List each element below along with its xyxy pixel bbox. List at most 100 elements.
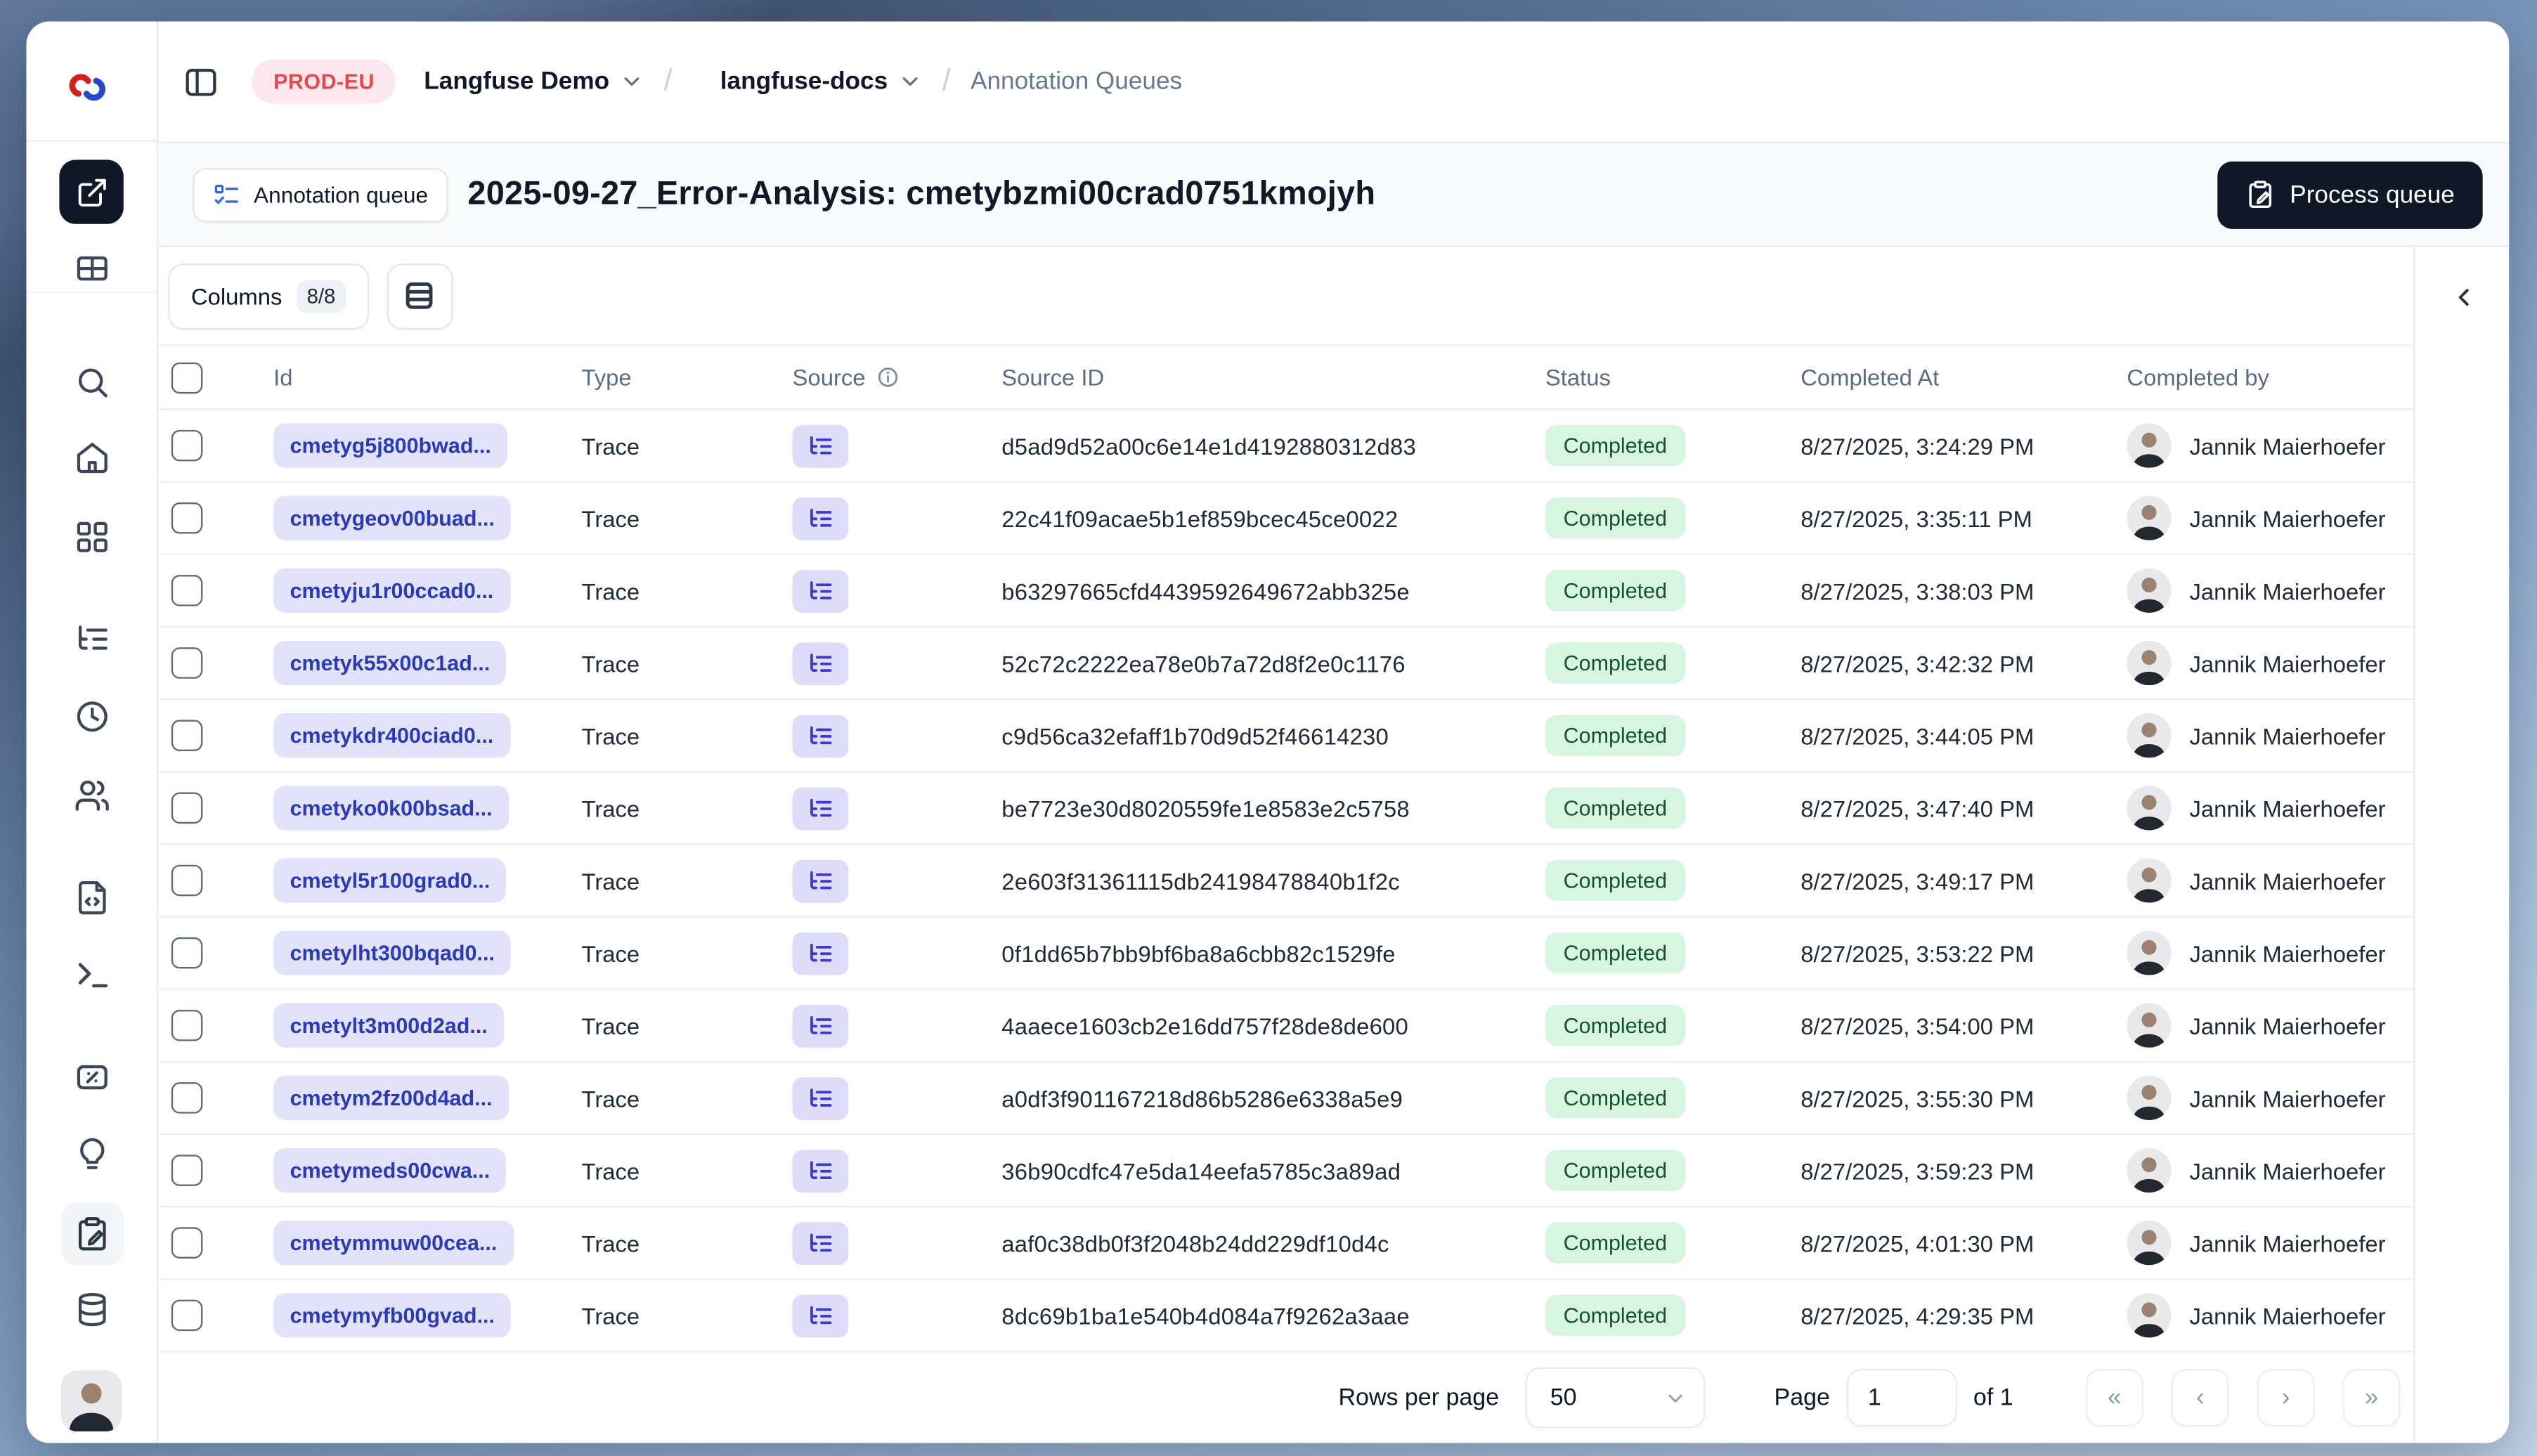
column-header-source-id[interactable]: Source ID xyxy=(1001,364,1545,391)
source-link-chip[interactable] xyxy=(792,931,849,975)
table-row[interactable]: cmetylt3m00d2ad... Trace 4aaece1603cb2e1… xyxy=(158,990,2414,1063)
source-link-chip[interactable] xyxy=(792,1149,849,1192)
select-all-checkbox[interactable] xyxy=(171,361,203,394)
users-icon[interactable] xyxy=(72,776,110,814)
item-id-pill[interactable]: cmetyl5r100grad0... xyxy=(273,858,507,903)
panel-collapse-button[interactable] xyxy=(2441,275,2484,318)
item-id-pill[interactable]: cmetyk55x00c1ad... xyxy=(273,640,507,686)
home-icon[interactable] xyxy=(72,438,110,476)
status-badge: Completed xyxy=(1545,570,1685,611)
table-row[interactable]: cmetyk55x00c1ad... Trace 52c72c2222ea78e… xyxy=(158,628,2414,701)
datasets-database-icon[interactable] xyxy=(72,1290,110,1328)
annotation-queues-active-item[interactable] xyxy=(60,1202,124,1266)
item-id-pill[interactable]: cmetym2fz00d4ad... xyxy=(273,1075,509,1121)
source-id: b63297665cfd4439592649672abb325e xyxy=(1001,577,1410,604)
source-link-chip[interactable] xyxy=(792,496,849,540)
chevron-down-icon xyxy=(1663,1386,1687,1410)
source-link-chip[interactable] xyxy=(792,568,849,612)
app-window: PROD-EU Langfuse Demo / langfuse-docs / … xyxy=(26,21,2510,1443)
tracing-list-tree-icon[interactable] xyxy=(72,619,110,657)
item-id-pill[interactable]: cmetymyfb00gvad... xyxy=(273,1293,512,1338)
row-checkbox[interactable] xyxy=(171,1227,203,1259)
page-number-input[interactable] xyxy=(1846,1369,1957,1427)
item-id-pill[interactable]: cmetykdr400ciad0... xyxy=(273,713,510,758)
row-checkbox[interactable] xyxy=(171,792,203,824)
table-row[interactable]: cmetymmuw00cea... Trace aaf0c38db0f3f204… xyxy=(158,1207,2414,1280)
table-row[interactable]: cmetygeov00buad... Trace 22c41f09acae5b1… xyxy=(158,483,2414,555)
table-row[interactable]: cmetymeds00cwa... Trace 36b90cdfc47e5da1… xyxy=(158,1135,2414,1208)
open-in-new-button[interactable] xyxy=(59,160,124,224)
table-toolbar: Columns 8/8 xyxy=(158,247,2414,346)
completed-by-name: Jannik Maierhoefer xyxy=(2189,1012,2386,1039)
columns-button[interactable]: Columns 8/8 xyxy=(168,262,369,329)
sidebar-toggle-button[interactable] xyxy=(171,52,231,111)
completed-at: 8/27/2025, 3:42:32 PM xyxy=(1800,649,2035,677)
row-checkbox[interactable] xyxy=(171,1082,203,1114)
row-checkbox[interactable] xyxy=(171,647,203,679)
row-checkbox[interactable] xyxy=(171,720,203,751)
table-row[interactable]: cmetyl5r100grad0... Trace 2e603f31361115… xyxy=(158,845,2414,918)
table-row[interactable]: cmetykdr400ciad0... Trace c9d56ca32efaff… xyxy=(158,700,2414,773)
column-header-type[interactable]: Type xyxy=(582,364,793,391)
table-row[interactable]: cmetylht300bqad0... Trace 0f1dd65b7bb9bf… xyxy=(158,918,2414,990)
row-checkbox[interactable] xyxy=(171,864,203,897)
source-link-chip[interactable] xyxy=(792,1294,849,1337)
table-row[interactable]: cmetym2fz00d4ad... Trace a0df3f901167218… xyxy=(158,1062,2414,1136)
lightbulb-icon[interactable] xyxy=(72,1135,110,1173)
breadcrumb-project[interactable]: langfuse-docs xyxy=(720,67,923,96)
search-icon[interactable] xyxy=(72,363,110,401)
item-id-pill[interactable]: cmetyju1r00ccad0... xyxy=(273,568,510,613)
row-checkbox[interactable] xyxy=(171,575,203,606)
first-page-button[interactable]: « xyxy=(2085,1369,2143,1427)
item-id-pill[interactable]: cmetygeov00buad... xyxy=(273,495,512,540)
table-view-icon[interactable] xyxy=(72,249,110,287)
row-checkbox[interactable] xyxy=(171,937,203,969)
source-link-chip[interactable] xyxy=(792,714,849,758)
user-avatar[interactable] xyxy=(60,1370,122,1432)
row-height-button[interactable] xyxy=(387,262,453,329)
item-id-pill[interactable]: cmetymeds00cwa... xyxy=(273,1148,507,1193)
process-queue-button[interactable]: Process queue xyxy=(2217,160,2483,228)
source-link-chip[interactable] xyxy=(792,642,849,685)
breadcrumb-org[interactable]: Langfuse Demo xyxy=(424,67,644,96)
rows-per-page-select[interactable]: 50 xyxy=(1525,1367,1706,1429)
source-link-chip[interactable] xyxy=(792,1221,849,1265)
previous-page-button[interactable]: ‹ xyxy=(2171,1369,2229,1427)
dashboard-icon[interactable] xyxy=(72,517,110,555)
item-id-pill[interactable]: cmetymmuw00cea... xyxy=(273,1221,514,1266)
item-id-pill[interactable]: cmetylt3m00d2ad... xyxy=(273,1003,505,1048)
item-id-pill[interactable]: cmetylht300bqad0... xyxy=(273,930,512,975)
table-row[interactable]: cmetyju1r00ccad0... Trace b63297665cfd44… xyxy=(158,555,2414,628)
table-row[interactable]: cmetyko0k00bsad... Trace be7723e30d80205… xyxy=(158,772,2414,845)
column-header-completed-at[interactable]: Completed At xyxy=(1800,364,2127,391)
row-checkbox[interactable] xyxy=(171,1299,203,1332)
source-link-chip[interactable] xyxy=(792,424,849,467)
column-header-status[interactable]: Status xyxy=(1545,364,1800,391)
evaluation-percent-icon[interactable] xyxy=(72,1058,110,1096)
source-link-chip[interactable] xyxy=(792,1003,849,1047)
source-link-chip[interactable] xyxy=(792,1076,849,1119)
last-page-button[interactable]: » xyxy=(2342,1369,2401,1427)
row-checkbox[interactable] xyxy=(171,1009,203,1041)
column-header-completed-by[interactable]: Completed by xyxy=(2127,364,2413,391)
list-tree-icon xyxy=(810,580,832,599)
sessions-clock-icon[interactable] xyxy=(72,697,110,735)
environment-badge[interactable]: PROD-EU xyxy=(252,59,396,104)
breadcrumb-section[interactable]: Annotation Queues xyxy=(971,67,1182,96)
next-page-button[interactable]: › xyxy=(2257,1369,2315,1427)
column-header-id[interactable]: Id xyxy=(273,364,581,391)
playground-terminal-icon[interactable] xyxy=(72,956,110,994)
annotation-queue-badge[interactable]: Annotation queue xyxy=(193,167,448,222)
row-checkbox[interactable] xyxy=(171,502,203,534)
table-row[interactable]: cmetyg5j800bwad... Trace d5ad9d52a00c6e1… xyxy=(158,410,2414,483)
prompts-file-code-icon[interactable] xyxy=(72,878,110,916)
row-checkbox[interactable] xyxy=(171,429,203,462)
source-link-chip[interactable] xyxy=(792,859,849,902)
item-id-pill[interactable]: cmetyko0k00bsad... xyxy=(273,786,510,831)
row-checkbox[interactable] xyxy=(171,1155,203,1186)
table-row[interactable]: cmetymyfb00gvad... Trace 8dc69b1ba1e540b… xyxy=(158,1280,2414,1353)
completed-by-name: Jannik Maierhoefer xyxy=(2189,432,2386,459)
column-header-source[interactable]: Source xyxy=(793,364,1002,391)
source-link-chip[interactable] xyxy=(792,786,849,830)
item-id-pill[interactable]: cmetyg5j800bwad... xyxy=(273,423,508,468)
